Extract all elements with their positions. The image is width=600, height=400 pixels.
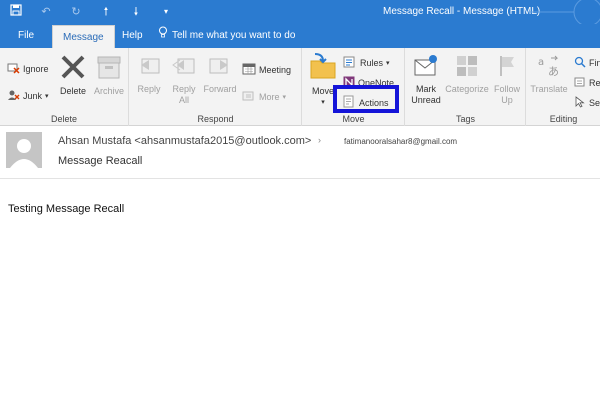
tab-file[interactable]: File [18,24,34,48]
save-icon[interactable] [8,4,24,20]
more-icon [242,90,256,104]
reply-all-button[interactable]: Reply All [170,54,198,106]
message-header: Ahsan Mustafa <ahsanmustafa2015@outlook.… [0,127,600,179]
chevron-down-icon: ▾ [45,93,49,100]
cursor-icon [574,96,586,110]
tell-me-box[interactable]: Tell me what you want to do [158,24,295,48]
tags-group: Mark Unread Categorize Follow Up Tags [406,48,526,126]
svg-text:a: a [538,57,544,68]
envelope-unread-icon [409,54,443,81]
related-icon [574,76,586,90]
ribbon: Ignore Junk ▾ Delete Archive Delete Repl… [0,48,600,126]
folder-move-icon [307,52,339,83]
quick-access-toolbar: ↶ ↻ 🠕 🠗 ▾ [8,4,174,20]
message-subject: Message Reacall [58,155,143,167]
chevron-down-icon: ▾ [282,94,287,101]
archive-button[interactable]: Archive [92,54,126,97]
sender-field[interactable]: Ahsan Mustafa <ahsanmustafa2015@outlook.… [58,135,311,147]
translate-button[interactable]: aあ Translate [529,54,569,95]
junk-button[interactable]: Junk ▾ [7,89,49,103]
reply-icon [136,54,162,81]
more-respond-button[interactable]: More ▾ [242,90,286,104]
reply-all-icon [170,54,198,81]
archive-icon [92,54,126,83]
delete-x-icon [57,54,89,83]
ignore-icon [7,62,20,76]
delete-button[interactable]: Delete [57,54,89,97]
editing-group: aあ Translate Fin Re Se Editing [527,48,600,126]
flag-icon [492,54,522,81]
translate-icon: aあ [529,54,569,81]
junk-icon [7,89,20,103]
calendar-icon [242,62,256,77]
ignore-button[interactable]: Ignore [7,62,49,76]
find-button[interactable]: Fin [574,56,600,70]
tags-group-label: Tags [455,114,475,124]
delete-group-label: Delete [50,114,77,124]
lightbulb-icon [158,24,168,48]
search-icon [574,56,586,70]
editing-group-label: Editing [549,114,578,124]
ribbon-tab-row: File Message Help Tell me what you want … [0,24,600,48]
select-button[interactable]: Se [574,96,600,110]
message-body: Testing Message Recall [8,203,125,215]
tab-message[interactable]: Message [52,25,115,48]
categorize-button[interactable]: Categorize [444,54,490,95]
undo-icon[interactable]: ↶ [38,4,54,20]
window-title: Message Recall - Message (HTML) [383,6,541,17]
rules-button[interactable]: Rules ▾ [343,56,390,70]
redo-icon[interactable]: ↻ [68,4,84,20]
avatar [6,132,42,168]
meeting-button[interactable]: Meeting [242,62,291,77]
svg-text:あ: あ [548,65,559,78]
expand-chevron-icon[interactable]: › [318,135,321,145]
up-arrow-icon[interactable]: 🠕 [98,4,114,20]
recipient-field[interactable]: fatimanooralsahar8@gmail.com [344,137,457,146]
reply-button[interactable]: Reply [136,54,162,95]
mark-unread-button[interactable]: Mark Unread [409,54,443,106]
chevron-down-icon: ▾ [386,60,390,67]
customize-icon[interactable]: ▾ [158,4,174,20]
categorize-icon [444,54,490,81]
tab-help[interactable]: Help [122,24,143,48]
related-button[interactable]: Re [574,76,600,90]
follow-up-button[interactable]: Follow Up [492,54,522,106]
down-arrow-icon[interactable]: 🠗 [128,4,144,20]
title-bar: ↶ ↻ 🠕 🠗 ▾ Message Recall - Message (HTML… [0,0,600,24]
forward-icon [202,54,238,81]
respond-group: Reply Reply All Forward Meeting More ▾ R… [130,48,302,126]
rules-icon [343,56,357,70]
actions-highlight-box [333,85,399,113]
forward-button[interactable]: Forward [202,54,238,95]
tell-me-label: Tell me what you want to do [172,30,296,41]
delete-group: Ignore Junk ▾ Delete Archive Delete [0,48,129,126]
respond-group-label: Respond [197,114,234,124]
move-group-label: Move [342,114,365,124]
